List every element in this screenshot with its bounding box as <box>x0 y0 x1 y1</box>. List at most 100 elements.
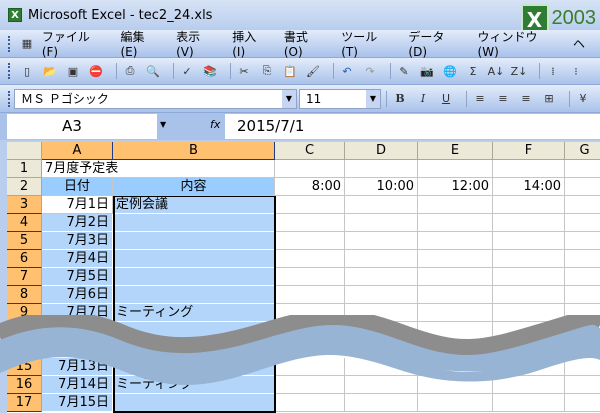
cell-A2[interactable]: 日付 <box>42 178 113 196</box>
menu-edit[interactable]: 編集(E) <box>121 28 162 59</box>
cell-D3[interactable] <box>345 196 418 214</box>
cell-E6[interactable] <box>418 250 493 268</box>
cell-E8[interactable] <box>418 286 493 304</box>
cell-G1[interactable] <box>565 160 600 178</box>
redo-icon[interactable]: ↷ <box>362 63 378 79</box>
chevron-down-icon[interactable]: ▼ <box>160 120 166 129</box>
hyperlink-icon[interactable]: 🌐 <box>442 63 458 79</box>
cell-E17[interactable] <box>418 394 493 412</box>
cell-F8[interactable] <box>493 286 565 304</box>
cell-F7[interactable] <box>493 268 565 286</box>
cell-C2[interactable]: 8:00 <box>275 178 345 196</box>
cell-G3[interactable] <box>565 196 600 214</box>
column-header-E[interactable]: E <box>418 142 493 160</box>
menu-data[interactable]: データ(D) <box>408 28 462 59</box>
bold-icon[interactable]: B <box>392 91 408 107</box>
formula-input[interactable]: 2015/7/1 <box>225 114 600 139</box>
column-header-F[interactable]: F <box>493 142 565 160</box>
print-icon[interactable]: ⎙ <box>122 63 138 79</box>
cell-D2[interactable]: 10:00 <box>345 178 418 196</box>
new-icon[interactable]: ▯ <box>19 63 35 79</box>
align-left-icon[interactable]: ≡ <box>472 91 488 107</box>
row-header-2[interactable]: 2 <box>7 178 42 196</box>
cell-F1[interactable] <box>493 160 565 178</box>
cell-F2[interactable]: 14:00 <box>493 178 565 196</box>
cell-D7[interactable] <box>345 268 418 286</box>
cell-G7[interactable] <box>565 268 600 286</box>
cell-D4[interactable] <box>345 214 418 232</box>
cell-C4[interactable] <box>275 214 345 232</box>
row-header-1[interactable]: 1 <box>7 160 42 178</box>
italic-icon[interactable]: I <box>415 91 431 107</box>
row-header-7[interactable]: 7 <box>7 268 42 286</box>
sort-descending-icon[interactable]: Z↓ <box>511 63 528 79</box>
cell-D6[interactable] <box>345 250 418 268</box>
currency-icon[interactable]: ¥ <box>575 91 591 107</box>
permission-icon[interactable]: ⛔ <box>88 63 104 79</box>
camera-icon[interactable]: 📷 <box>419 63 435 79</box>
chart-wizard-icon[interactable]: ⁞ <box>545 63 561 79</box>
menu-help[interactable]: ヘ <box>573 35 585 52</box>
cell-C3[interactable] <box>275 196 345 214</box>
column-header-C[interactable]: C <box>275 142 345 160</box>
cell-G5[interactable] <box>565 232 600 250</box>
paste-icon[interactable]: 📋 <box>282 63 298 79</box>
cell-B17[interactable] <box>113 394 275 412</box>
cell-F5[interactable] <box>493 232 565 250</box>
row-header-3[interactable]: 3 <box>7 196 42 214</box>
cell-C1[interactable] <box>275 160 345 178</box>
cell-F17[interactable] <box>493 394 565 412</box>
cell-E7[interactable] <box>418 268 493 286</box>
row-header-8[interactable]: 8 <box>7 286 42 304</box>
cell-C6[interactable] <box>275 250 345 268</box>
cell-G2[interactable] <box>565 178 600 196</box>
cell-A17[interactable]: 7月15日 <box>42 394 113 412</box>
cell-F4[interactable] <box>493 214 565 232</box>
cell-B8[interactable] <box>113 286 275 304</box>
column-header-A[interactable]: A <box>42 142 113 160</box>
copy-icon[interactable]: ⎘ <box>259 63 275 79</box>
row-header-4[interactable]: 4 <box>7 214 42 232</box>
underline-icon[interactable]: U <box>438 91 454 107</box>
cell-F6[interactable] <box>493 250 565 268</box>
cell-C5[interactable] <box>275 232 345 250</box>
cell-A4[interactable]: 7月2日 <box>42 214 113 232</box>
row-header-17[interactable]: 17 <box>7 394 42 412</box>
column-header-D[interactable]: D <box>345 142 418 160</box>
cell-E1[interactable] <box>418 160 493 178</box>
cell-A3[interactable]: 7月1日 <box>42 196 113 214</box>
cell-E4[interactable] <box>418 214 493 232</box>
cell-A8[interactable]: 7月6日 <box>42 286 113 304</box>
menu-tools[interactable]: ツール(T) <box>341 28 393 59</box>
select-all-corner[interactable] <box>7 142 42 160</box>
column-header-G[interactable]: G <box>565 142 600 160</box>
cell-A5[interactable]: 7月3日 <box>42 232 113 250</box>
cell-C17[interactable] <box>275 394 345 412</box>
cell-G6[interactable] <box>565 250 600 268</box>
cell-D5[interactable] <box>345 232 418 250</box>
row-header-6[interactable]: 6 <box>7 250 42 268</box>
cell-F3[interactable] <box>493 196 565 214</box>
cell-B2[interactable]: 内容 <box>113 178 275 196</box>
workbook-icon[interactable]: ▦ <box>19 36 35 52</box>
name-box[interactable]: A3 <box>7 114 157 139</box>
open-icon[interactable]: 📂 <box>42 63 58 79</box>
menu-format[interactable]: 書式(O) <box>284 28 326 59</box>
cell-B3[interactable]: 定例会議 <box>113 196 275 214</box>
menu-window[interactable]: ウィンドウ(W) <box>478 28 558 59</box>
align-center-icon[interactable]: ≡ <box>495 91 511 107</box>
cell-D17[interactable] <box>345 394 418 412</box>
column-header-B[interactable]: B <box>113 142 275 160</box>
align-right-icon[interactable]: ≡ <box>518 91 534 107</box>
cell-B7[interactable] <box>113 268 275 286</box>
cell-G17[interactable] <box>565 394 600 412</box>
font-size-select[interactable]: 11 ▼ <box>299 88 381 109</box>
insert-icon[interactable]: ⁝ <box>568 63 584 79</box>
fx-icon[interactable]: fx <box>210 118 220 131</box>
cell-A7[interactable]: 7月5日 <box>42 268 113 286</box>
cell-E5[interactable] <box>418 232 493 250</box>
cell-E3[interactable] <box>418 196 493 214</box>
print-preview-icon[interactable]: 🔍 <box>145 63 161 79</box>
cell-B4[interactable] <box>113 214 275 232</box>
undo-icon[interactable]: ↶ <box>339 63 355 79</box>
